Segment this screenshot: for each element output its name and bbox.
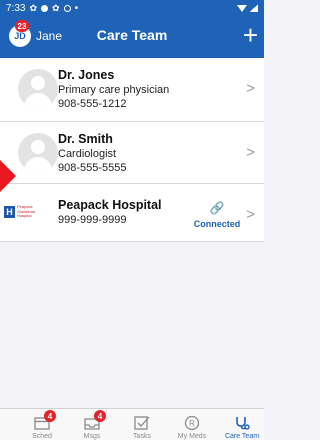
doctor-phone: 908-555-5555 [58, 162, 127, 174]
stethoscope-icon [222, 413, 262, 433]
user-name[interactable]: Jane [36, 29, 62, 43]
doctor-name: Dr. Smith [58, 132, 113, 146]
profile-button[interactable]: JD 23 [9, 20, 31, 47]
hospital-logo-mark: H [4, 206, 15, 218]
doctor-name: Dr. Jones [58, 68, 115, 82]
hospital-logo: H Peapack Gladstone Hospital [4, 204, 50, 220]
chevron-right-icon: > [246, 144, 255, 161]
notification-dot-icon [41, 4, 49, 12]
tab-label: Sched [32, 433, 52, 440]
settings-status-icon: ✿ [29, 2, 38, 13]
doctor-phone: 908-555-1212 [58, 98, 127, 110]
care-team-row-jones[interactable]: Dr. Jones Primary care physician 908-555… [0, 58, 264, 122]
wifi-icon [237, 4, 247, 12]
tab-label: Care Team [224, 433, 260, 440]
doctor-role: Cardiologist [58, 148, 117, 160]
chevron-right-icon: > [246, 80, 255, 97]
link-icon: 🔗 [209, 201, 225, 215]
status-bar: 7:33 ✿ ✿ • [0, 0, 264, 16]
messages-badge: 4 [94, 410, 106, 422]
prescription-icon: R [172, 413, 212, 433]
care-team-row-smith[interactable]: Dr. Smith Cardiologist 908-555-5555 > [0, 122, 264, 184]
tab-label: Msgs [83, 433, 101, 440]
chevron-right-icon: > [246, 206, 255, 223]
signal-icon [250, 4, 258, 12]
hospital-details: Peapack Hospital 999-999-9999 [58, 198, 162, 227]
tab-label: My Meds [177, 433, 207, 440]
avatar-notification-badge: 23 [15, 20, 29, 32]
schedule-badge: 4 [44, 410, 56, 422]
record-status-icon [63, 4, 71, 12]
checkbox-icon [122, 413, 162, 433]
hospital-name: Peapack Hospital [58, 198, 162, 212]
inbox-icon: 4 [72, 410, 112, 433]
calendar-icon: 4 [22, 410, 62, 433]
doctor-details: Dr. Jones Primary care physician 908-555… [58, 68, 169, 111]
doctor-avatar-icon [18, 133, 58, 173]
sync-status-icon: ✿ [52, 2, 60, 13]
bottom-tab-bar: 4 Sched 4 Msgs Tasks R My Meds Care Team [0, 408, 264, 440]
app-header: JD 23 Jane Care Team + [0, 16, 264, 58]
care-team-row-hospital[interactable]: H Peapack Gladstone Hospital Peapack Hos… [0, 184, 264, 242]
tab-schedule[interactable]: 4 Sched [22, 410, 62, 440]
tab-my-meds[interactable]: R My Meds [172, 413, 212, 440]
status-time: 7:33 [6, 2, 26, 14]
more-notifications-icon: • [74, 2, 79, 14]
doctor-role: Primary care physician [58, 84, 170, 96]
tab-tasks[interactable]: Tasks [122, 413, 162, 440]
connection-status: 🔗 Connected [192, 202, 242, 232]
doctor-avatar-icon [18, 69, 58, 109]
red-arrow-marker [0, 160, 16, 192]
tab-messages[interactable]: 4 Msgs [72, 410, 112, 440]
add-care-team-member-button[interactable]: + [243, 20, 258, 50]
connection-status-label: Connected [193, 219, 241, 229]
tab-label: Tasks [133, 433, 151, 440]
care-team-list: Dr. Jones Primary care physician 908-555… [0, 58, 264, 242]
tab-care-team[interactable]: Care Team [222, 413, 262, 440]
doctor-details: Dr. Smith Cardiologist 908-555-5555 [58, 132, 127, 175]
svg-text:R: R [189, 419, 195, 428]
hospital-phone: 999-999-9999 [58, 214, 127, 226]
hospital-logo-text: Peapack Gladstone Hospital [17, 204, 36, 219]
